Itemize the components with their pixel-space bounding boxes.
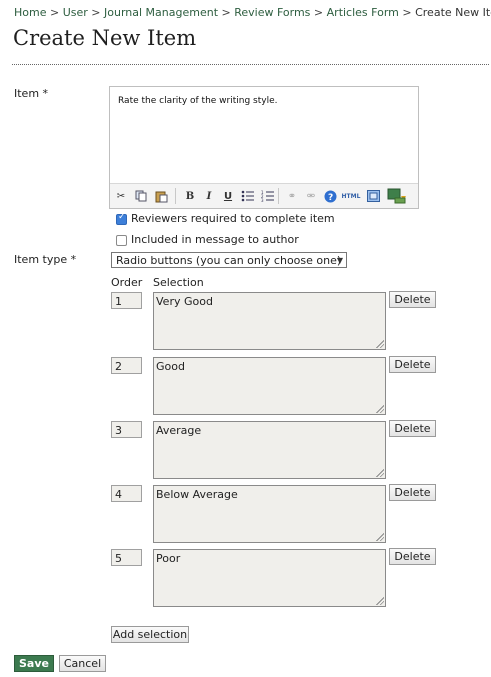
- included-in-message-label: Included in message to author: [131, 233, 299, 246]
- breadcrumb-articles-form[interactable]: Articles Form: [327, 6, 399, 19]
- breadcrumb-home[interactable]: Home: [14, 6, 46, 19]
- selection-text-1: Very Good: [156, 295, 213, 308]
- editor-toolbar: ✂ B I U 123 ⚭ ⚮ ? HTML: [110, 183, 418, 208]
- selection-text-4: Below Average: [156, 488, 238, 501]
- cancel-button[interactable]: Cancel: [59, 655, 106, 672]
- order-input-4[interactable]: 4: [111, 485, 142, 502]
- delete-button-2[interactable]: Delete: [389, 356, 436, 373]
- selection-textarea-4[interactable]: Below Average: [153, 485, 386, 543]
- item-type-selected-value: Radio buttons (you can only choose one): [116, 254, 342, 267]
- image-upload-icon[interactable]: [386, 188, 408, 204]
- unlink-icon[interactable]: ⚮: [303, 188, 319, 204]
- selection-text-2: Good: [156, 360, 185, 373]
- delete-button-1[interactable]: Delete: [389, 291, 436, 308]
- delete-button-5[interactable]: Delete: [389, 548, 436, 565]
- resize-grip-icon[interactable]: [376, 405, 384, 413]
- included-in-message-checkbox[interactable]: [116, 235, 127, 246]
- item-editor-text[interactable]: Rate the clarity of the writing style.: [118, 96, 278, 106]
- resize-grip-icon[interactable]: [376, 597, 384, 605]
- bold-icon[interactable]: B: [182, 188, 198, 204]
- selection-text-5: Poor: [156, 552, 181, 565]
- order-input-3[interactable]: 3: [111, 421, 142, 438]
- cut-icon[interactable]: ✂: [113, 188, 129, 204]
- item-editor[interactable]: Rate the clarity of the writing style. ✂…: [109, 86, 419, 209]
- selection-textarea-3[interactable]: Average: [153, 421, 386, 479]
- selection-textarea-2[interactable]: Good: [153, 357, 386, 415]
- underline-icon[interactable]: U: [220, 188, 236, 204]
- breadcrumb: Home > User > Journal Management > Revie…: [14, 6, 491, 19]
- breadcrumb-separator: >: [91, 6, 101, 19]
- resize-grip-icon[interactable]: [376, 340, 384, 348]
- italic-icon[interactable]: I: [201, 188, 217, 204]
- breadcrumb-journal-management[interactable]: Journal Management: [104, 6, 218, 19]
- dropdown-arrow-icon: ▼: [336, 256, 343, 265]
- toolbar-separator: [175, 188, 176, 204]
- breadcrumb-review-forms[interactable]: Review Forms: [234, 6, 310, 19]
- svg-text:3: 3: [261, 198, 264, 202]
- item-type-select[interactable]: Radio buttons (you can only choose one) …: [111, 252, 347, 268]
- order-input-2[interactable]: 2: [111, 357, 142, 374]
- breadcrumb-user[interactable]: User: [63, 6, 88, 19]
- help-icon[interactable]: ?: [322, 188, 338, 204]
- selection-textarea-1[interactable]: Very Good: [153, 292, 386, 350]
- order-input-5[interactable]: 5: [111, 549, 142, 566]
- reviewers-required-checkbox[interactable]: [116, 212, 127, 225]
- toolbar-separator: [278, 188, 279, 204]
- selection-column-header: Selection: [153, 276, 204, 289]
- add-selection-button[interactable]: Add selection: [111, 626, 189, 643]
- breadcrumb-separator: >: [402, 6, 412, 19]
- breadcrumb-current: Create New Item: [415, 6, 491, 19]
- delete-button-4[interactable]: Delete: [389, 484, 436, 501]
- html-icon[interactable]: HTML: [341, 188, 361, 204]
- numbered-list-icon[interactable]: 123: [259, 188, 275, 204]
- page-title: Create New Item: [13, 26, 197, 50]
- fullscreen-icon[interactable]: [365, 188, 381, 204]
- save-button[interactable]: Save: [14, 655, 54, 672]
- order-column-header: Order: [111, 276, 143, 289]
- resize-grip-icon[interactable]: [376, 533, 384, 541]
- order-input-1[interactable]: 1: [111, 292, 142, 309]
- breadcrumb-separator: >: [49, 6, 60, 19]
- breadcrumb-separator: >: [221, 6, 231, 19]
- item-type-label: Item type *: [14, 253, 77, 266]
- copy-icon[interactable]: [133, 188, 149, 204]
- item-label: Item *: [14, 87, 49, 100]
- breadcrumb-separator: >: [313, 6, 324, 19]
- svg-text:?: ?: [328, 193, 333, 203]
- title-divider: [12, 64, 489, 65]
- paste-icon[interactable]: [153, 188, 169, 204]
- delete-button-3[interactable]: Delete: [389, 420, 436, 437]
- selection-text-3: Average: [156, 424, 202, 437]
- bullet-list-icon[interactable]: [239, 188, 255, 204]
- resize-grip-icon[interactable]: [376, 469, 384, 477]
- selection-textarea-5[interactable]: Poor: [153, 549, 386, 607]
- link-icon[interactable]: ⚭: [284, 188, 300, 204]
- reviewers-required-label: Reviewers required to complete item: [131, 212, 335, 225]
